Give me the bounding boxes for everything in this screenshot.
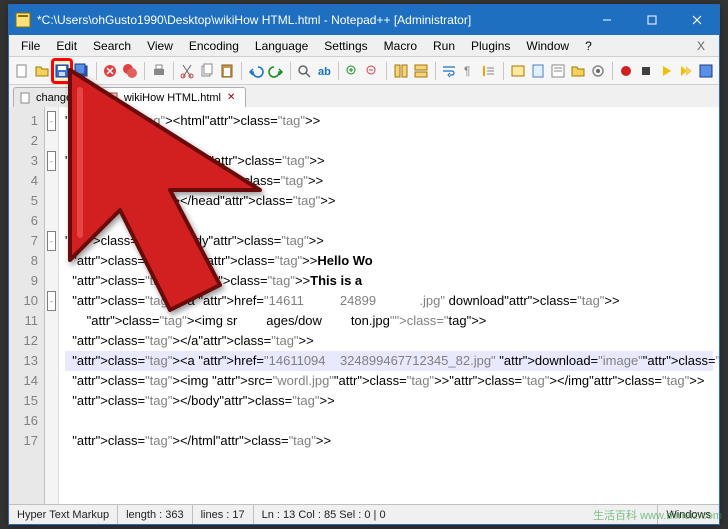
menu-settings[interactable]: Settings: [316, 37, 375, 55]
wordwrap-button[interactable]: [440, 60, 458, 82]
menu-plugins[interactable]: Plugins: [463, 37, 518, 55]
sync-h-button[interactable]: [412, 60, 430, 82]
record-macro-button[interactable]: [617, 60, 635, 82]
line-number-gutter: 1234567891011121314151617: [9, 107, 45, 504]
zoom-in-button[interactable]: [343, 60, 361, 82]
open-file-button[interactable]: [33, 60, 51, 82]
app-window: *C:\Users\ohGusto1990\Desktop\wikiHow HT…: [8, 4, 720, 525]
menu-file[interactable]: File: [13, 37, 48, 55]
print-button[interactable]: [150, 60, 168, 82]
find-button[interactable]: [295, 60, 313, 82]
window-controls: [584, 5, 719, 35]
redo-button[interactable]: [267, 60, 285, 82]
svg-text:ab: ab: [318, 66, 331, 78]
maximize-button[interactable]: [629, 5, 674, 35]
minimize-button[interactable]: [584, 5, 629, 35]
menu-help[interactable]: ?: [577, 37, 600, 55]
sync-v-button[interactable]: [392, 60, 410, 82]
play-macro-button[interactable]: [657, 60, 675, 82]
file-modified-icon: [108, 92, 120, 104]
file-icon: [20, 92, 32, 104]
copy-button[interactable]: [198, 60, 216, 82]
status-language: Hyper Text Markup: [9, 505, 118, 524]
save-button[interactable]: [53, 60, 71, 82]
replace-button[interactable]: ab: [315, 60, 333, 82]
close-button[interactable]: [674, 5, 719, 35]
menu-encoding[interactable]: Encoding: [181, 37, 247, 55]
status-position: Ln : 13 Col : 85 Sel : 0 | 0: [254, 505, 659, 524]
folder-view-button[interactable]: [569, 60, 587, 82]
menu-close-doc[interactable]: X: [689, 37, 715, 55]
tab-close-icon[interactable]: ✕: [225, 92, 237, 103]
code-area[interactable]: "attr">class="tag"><html"attr">class="ta…: [59, 107, 719, 504]
play-multi-button[interactable]: [677, 60, 695, 82]
tab-wikihow-html[interactable]: wikiHow HTML.html ✕: [101, 87, 247, 107]
editor-area[interactable]: 1234567891011121314151617 ---- "attr">cl…: [9, 107, 719, 504]
svg-text:¶: ¶: [464, 64, 470, 78]
lang-user-button[interactable]: [509, 60, 527, 82]
func-list-button[interactable]: [549, 60, 567, 82]
new-file-button[interactable]: [13, 60, 31, 82]
zoom-out-button[interactable]: [363, 60, 381, 82]
app-icon: [15, 12, 31, 28]
menubar: File Edit Search View Encoding Language …: [9, 35, 719, 57]
menu-run[interactable]: Run: [425, 37, 463, 55]
show-all-chars-button[interactable]: ¶: [460, 60, 478, 82]
save-all-button[interactable]: [73, 60, 91, 82]
fold-column[interactable]: ----: [45, 107, 59, 504]
indent-guide-button[interactable]: [480, 60, 498, 82]
doc-map-button[interactable]: [529, 60, 547, 82]
menu-window[interactable]: Window: [518, 37, 577, 55]
menu-language[interactable]: Language: [247, 37, 316, 55]
titlebar: *C:\Users\ohGusto1990\Desktop\wikiHow HT…: [9, 5, 719, 35]
menu-edit[interactable]: Edit: [48, 37, 85, 55]
status-os: Windows: [658, 505, 719, 524]
toolbar: ab ¶: [9, 57, 719, 85]
close-all-button[interactable]: [121, 60, 139, 82]
status-lines: lines : 17: [193, 505, 254, 524]
tab-label: change.log: [36, 92, 90, 104]
close-file-button[interactable]: [101, 60, 119, 82]
save-macro-button[interactable]: [697, 60, 715, 82]
menu-view[interactable]: View: [139, 37, 181, 55]
menu-search[interactable]: Search: [85, 37, 139, 55]
status-length: length : 363: [118, 505, 193, 524]
undo-button[interactable]: [247, 60, 265, 82]
stop-macro-button[interactable]: [637, 60, 655, 82]
window-title: *C:\Users\ohGusto1990\Desktop\wikiHow HT…: [37, 13, 584, 27]
menu-macro[interactable]: Macro: [376, 37, 425, 55]
tab-changelog[interactable]: change.log: [13, 87, 99, 107]
paste-button[interactable]: [218, 60, 236, 82]
tab-label: wikiHow HTML.html: [124, 92, 221, 104]
cut-button[interactable]: [178, 60, 196, 82]
statusbar: Hyper Text Markup length : 363 lines : 1…: [9, 504, 719, 524]
monitor-button[interactable]: [589, 60, 607, 82]
tabbar: change.log wikiHow HTML.html ✕: [9, 85, 719, 107]
